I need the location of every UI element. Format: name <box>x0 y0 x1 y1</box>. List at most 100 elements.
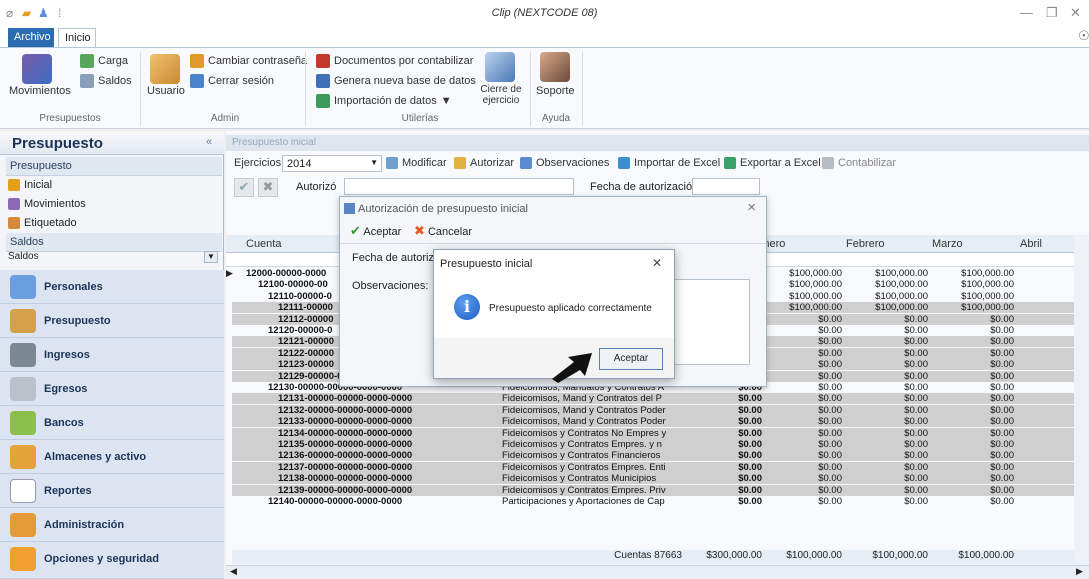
exportar-excel-button[interactable]: Exportar a Excel <box>724 157 821 170</box>
soporte-icon[interactable] <box>540 52 570 82</box>
cierre-ejercicio-icon[interactable] <box>485 52 515 82</box>
import-icon <box>316 94 330 108</box>
pen-icon <box>316 54 330 68</box>
nav-egresos[interactable]: Egresos <box>0 372 224 406</box>
usuario-icon[interactable] <box>150 54 180 84</box>
nav-personales[interactable]: Personales <box>0 270 224 304</box>
close-button[interactable]: ✕ <box>1070 5 1081 21</box>
check-icon[interactable]: ✔ <box>234 178 254 197</box>
importar-excel-button[interactable]: Importar de Excel <box>618 157 720 170</box>
nav-presupuesto[interactable]: Presupuesto <box>0 304 224 338</box>
cierre-label-1: Cierre de <box>480 84 522 95</box>
dialog-cancelar-button[interactable]: ✖ Cancelar <box>414 223 472 239</box>
cancel-icon[interactable]: ✖ <box>258 178 278 197</box>
dialog-aceptar-button[interactable]: ✔ Aceptar <box>350 223 401 239</box>
section-saldos[interactable]: Saldos <box>6 233 222 252</box>
nav-label: Personales <box>44 281 103 293</box>
cerrar-sesion-button[interactable]: Cerrar sesión <box>190 74 274 88</box>
cell-marzo: $0.00 <box>990 450 1014 462</box>
dialog2-close-button[interactable]: ✕ <box>652 256 662 270</box>
tools-icon <box>10 547 36 571</box>
left-item-movimientos[interactable]: Movimientos <box>8 195 208 214</box>
table-row[interactable]: 12131-00000-00000-0000-0000 Fideicomisos,… <box>232 393 1081 405</box>
genera-base-button[interactable]: Genera nueva base de datos <box>316 74 476 88</box>
dialog2-message: Presupuesto aplicado correctamente <box>489 303 652 314</box>
scroll-down-icon[interactable]: ▼ <box>204 251 218 263</box>
left-item-etiquetado[interactable]: Etiquetado <box>8 214 208 233</box>
movimientos-icon[interactable] <box>22 54 52 84</box>
autorizo-field[interactable] <box>344 178 574 195</box>
table-row[interactable]: 12140-00000-00000-0000-0000 Participacion… <box>232 496 1081 507</box>
cierre-ejercicio-button[interactable]: Cierre de ejercicio <box>478 84 524 106</box>
soporte-button[interactable]: Soporte <box>536 85 575 97</box>
cell-total: $0.00 <box>738 484 762 496</box>
ejercicios-select[interactable]: 2014 ▼ <box>282 155 382 172</box>
importacion-datos-button[interactable]: Importación de datos ▼ <box>316 94 452 108</box>
table-row[interactable]: 12134-00000-00000-0000-0000 Fideicomisos … <box>232 427 1081 439</box>
fecha-autorizacion-field[interactable] <box>692 178 760 195</box>
nav-almacenes[interactable]: Almacenes y activo <box>0 440 224 474</box>
documentos-button[interactable]: Documentos por contabilizar <box>316 54 473 68</box>
autorizar-label: Autorizar <box>470 157 515 169</box>
cell-cuenta: 12137-00000-00000-0000-0000 <box>278 461 413 473</box>
carga-button[interactable]: Carga <box>80 54 128 68</box>
section-presupuesto[interactable]: Presupuesto <box>6 157 222 176</box>
table-row[interactable]: 12137-00000-00000-0000-0000 Fideicomisos … <box>232 461 1081 473</box>
ok-button[interactable]: Aceptar <box>599 348 663 370</box>
table-row[interactable]: 12132-00000-00000-0000-0000 Fideicomisos,… <box>232 404 1081 416</box>
help-icon[interactable]: ☉ <box>1078 28 1089 44</box>
dialog-close-button[interactable]: ✕ <box>747 201 756 214</box>
collapse-icon[interactable]: « <box>206 136 212 148</box>
scroll-right-icon[interactable]: ▶ <box>1076 566 1083 577</box>
scroll-left-icon[interactable]: ◀ <box>230 566 237 577</box>
cambiar-contrasena-button[interactable]: Cambiar contraseña <box>190 54 307 68</box>
tab-archivo[interactable]: Archivo <box>8 28 54 48</box>
cell-total: $0.00 <box>738 496 762 507</box>
col-febrero[interactable]: Febrero <box>846 238 885 250</box>
table-row[interactable]: 12133-00000-00000-0000-0000 Fideicomisos,… <box>232 416 1081 428</box>
usuario-button[interactable]: Usuario <box>147 85 185 97</box>
cell-febrero: $0.00 <box>904 450 928 462</box>
cell-total: $0.00 <box>738 427 762 439</box>
nav-opciones[interactable]: Opciones y seguridad <box>0 542 224 579</box>
observaciones-field[interactable] <box>674 279 750 365</box>
cell-marzo: $0.00 <box>990 473 1014 485</box>
movimientos-button[interactable]: Movimientos <box>9 85 71 97</box>
col-abril[interactable]: Abril <box>1020 238 1042 250</box>
cell-marzo: $0.00 <box>990 359 1014 371</box>
table-row[interactable]: 12136-00000-00000-0000-0000 Fideicomisos … <box>232 450 1081 462</box>
table-row[interactable]: 12139-00000-00000-0000-0000 Fideicomisos … <box>232 484 1081 496</box>
cell-enero: $0.00 <box>818 427 842 439</box>
search-icon <box>520 157 532 170</box>
nav-ingresos[interactable]: Ingresos <box>0 338 224 372</box>
cell-descripcion: Fideicomisos y Contratos Empres. Priv <box>502 484 666 496</box>
nav-bancos[interactable]: Bancos <box>0 406 224 440</box>
fecha-autorizacion-label: Fecha de autorización <box>590 181 699 193</box>
modificar-button[interactable]: Modificar <box>386 157 447 170</box>
col-marzo[interactable]: Marzo <box>932 238 963 250</box>
vertical-scrollbar[interactable] <box>1074 235 1089 565</box>
observaciones-button[interactable]: Observaciones <box>520 157 609 170</box>
maximize-button[interactable]: ❐ <box>1046 5 1058 21</box>
cell-marzo: $0.00 <box>990 325 1014 336</box>
col-cuenta[interactable]: Cuenta <box>246 238 281 250</box>
autorizar-button[interactable]: Autorizar <box>454 157 515 170</box>
minimize-button[interactable]: — <box>1020 5 1033 20</box>
tab-inicio[interactable]: Inicio <box>58 28 96 48</box>
cell-descripcion: Fideicomisos, Mand y Contratos del P <box>502 393 662 405</box>
summary-total: $300,000.00 <box>706 550 762 561</box>
left-item-saldos[interactable]: Saldos <box>8 251 208 263</box>
horizontal-scrollbar[interactable]: ◀ ▶ <box>226 565 1089 579</box>
saldos-button[interactable]: Saldos <box>80 74 132 88</box>
ejercicio-value: 2014 <box>287 158 312 170</box>
group-presupuestos-label: Presupuestos <box>39 113 101 124</box>
table-row[interactable]: 12135-00000-00000-0000-0000 Fideicomisos … <box>232 439 1081 450</box>
cell-enero: $0.00 <box>818 336 842 348</box>
contabilizar-button[interactable]: Contabilizar <box>822 157 896 170</box>
table-row[interactable]: 12138-00000-00000-0000-0000 Fideicomisos … <box>232 473 1081 485</box>
cell-febrero: $0.00 <box>904 370 928 382</box>
left-item-inicial[interactable]: Inicial <box>8 176 208 195</box>
nav-reportes[interactable]: Reportes <box>0 474 224 508</box>
cell-descripcion: Fideicomisos y Contratos Empres. y n <box>502 439 662 450</box>
nav-administracion[interactable]: Administración <box>0 508 224 542</box>
